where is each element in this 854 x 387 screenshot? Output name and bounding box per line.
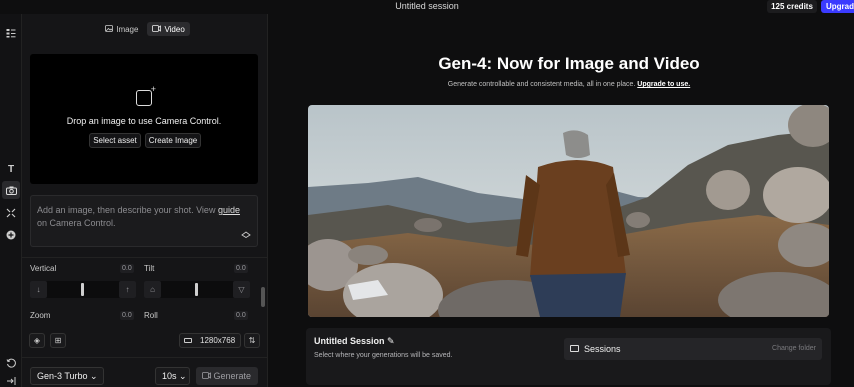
session-card-subtitle: Select where your generations will be sa… — [314, 352, 453, 359]
swap-icon[interactable]: ⇅ — [244, 333, 260, 348]
video-icon — [202, 371, 214, 381]
layers-icon[interactable]: ◈ — [29, 333, 45, 348]
prompt-placeholder-a: Add an image, then describe your shot. V… — [37, 205, 218, 215]
sessions-folder-field[interactable]: Sessions Change folder — [564, 338, 822, 360]
hero-subtitle: Generate controllable and consistent med… — [269, 81, 854, 88]
promo-video-scene — [308, 105, 829, 317]
export-icon[interactable] — [2, 372, 20, 387]
aspect-ratio-icon — [184, 338, 192, 344]
zoom-value[interactable]: 0.0 — [120, 311, 134, 320]
style-icon[interactable] — [241, 229, 251, 242]
duration-select[interactable]: 10s ⌄ — [155, 367, 190, 385]
vertical-slider-thumb[interactable] — [81, 283, 84, 296]
roll-value[interactable]: 0.0 — [234, 311, 248, 320]
tilt-value[interactable]: 0.0 — [234, 264, 248, 273]
text-icon[interactable]: T — [2, 160, 20, 178]
folder-icon — [570, 345, 579, 352]
divider — [22, 357, 268, 358]
image-dropzone[interactable]: Drop an image to use Camera Control. Sel… — [30, 54, 258, 184]
zoom-label: Zoom — [30, 311, 51, 320]
chevron-down-icon: ⌄ — [179, 371, 187, 381]
model-value: Gen-3 Turbo — [37, 371, 88, 381]
vertical-slider[interactable]: ↓ ↑ — [30, 281, 136, 298]
history-icon[interactable] — [2, 354, 20, 372]
upgrade-link[interactable]: Upgrade to use. — [637, 81, 690, 88]
tilt-slider[interactable]: ⌂ ▽ — [144, 281, 250, 298]
model-select[interactable]: Gen-3 Turbo ⌄ — [30, 367, 104, 385]
resolution-select[interactable]: 1280x768 — [179, 333, 241, 348]
tab-video[interactable]: Video — [147, 22, 190, 36]
tilt-label: Tilt — [144, 264, 155, 273]
session-card-title[interactable]: Untitled Session ✎ — [314, 336, 395, 347]
tool-panel: Image Video Drop an image to use Camera … — [22, 14, 268, 387]
hero-title: Gen-4: Now for Image and Video — [438, 54, 700, 73]
left-rail: T — [0, 14, 22, 387]
tab-image-label: Image — [116, 24, 139, 34]
promo-video[interactable] — [308, 105, 829, 317]
sessions-label: Sessions — [584, 344, 621, 354]
duration-value: 10s — [162, 371, 177, 381]
prompt-placeholder-b: on Camera Control. — [37, 218, 116, 228]
tilt-up-icon[interactable]: ▽ — [233, 281, 250, 298]
arrow-up-icon[interactable]: ↑ — [119, 281, 136, 298]
video-icon — [152, 24, 162, 34]
chevron-down-icon: ⌄ — [90, 371, 98, 381]
panel-icon[interactable] — [2, 24, 20, 42]
session-card: Untitled Session ✎ Select where your gen… — [306, 328, 831, 385]
generate-label: Generate — [213, 371, 252, 381]
tilt-down-icon[interactable]: ⌂ — [144, 281, 161, 298]
upgrade-button[interactable]: Upgrad — [821, 0, 854, 13]
credits-button[interactable]: 125 credits — [767, 0, 817, 13]
image-icon — [105, 24, 114, 34]
session-title[interactable]: Untitled session — [0, 1, 854, 11]
tab-video-label: Video — [164, 24, 185, 34]
top-bar: Untitled session 125 credits Upgrad — [0, 0, 854, 14]
change-folder-button[interactable]: Change folder — [772, 345, 816, 352]
generate-button[interactable]: Generate — [196, 367, 258, 385]
session-name: Untitled Session — [314, 336, 385, 346]
guide-link[interactable]: guide — [218, 205, 240, 215]
create-image-button[interactable]: Create Image — [145, 133, 201, 148]
hero-subtitle-text: Generate controllable and consistent med… — [447, 81, 636, 88]
main-area: Gen-4: Now for Image and Video Generate … — [269, 14, 854, 387]
add-image-icon — [136, 84, 156, 106]
pencil-icon[interactable]: ✎ — [387, 336, 395, 346]
dropzone-text: Drop an image to use Camera Control. — [66, 116, 222, 126]
vertical-label: Vertical — [30, 264, 57, 273]
vertical-value[interactable]: 0.0 — [120, 264, 134, 273]
prompt-input[interactable]: Add an image, then describe your shot. V… — [30, 195, 258, 247]
panel-scrollbar[interactable] — [261, 287, 265, 307]
mode-tabs: Image Video — [22, 22, 268, 40]
tab-image[interactable]: Image — [100, 22, 143, 36]
divider — [22, 257, 268, 258]
camera-icon[interactable] — [2, 181, 20, 199]
tilt-slider-thumb[interactable] — [195, 283, 198, 296]
expand-icon[interactable] — [2, 204, 20, 222]
roll-label: Roll — [144, 311, 158, 320]
frame-icon[interactable]: ⊞ — [50, 333, 66, 348]
select-asset-button[interactable]: Select asset — [89, 133, 141, 148]
add-icon[interactable] — [2, 226, 20, 244]
arrow-down-icon[interactable]: ↓ — [30, 281, 47, 298]
resolution-value: 1280x768 — [200, 336, 236, 345]
